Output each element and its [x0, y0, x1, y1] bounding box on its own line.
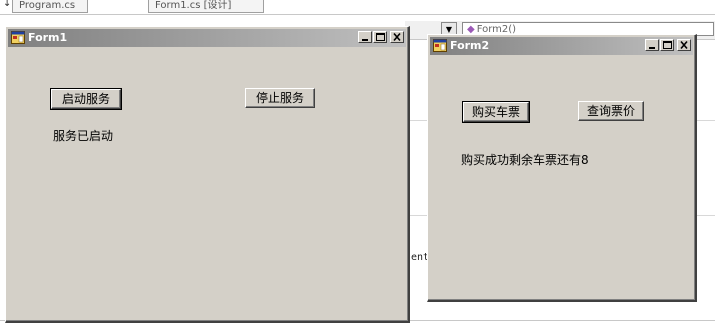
close-icon — [680, 40, 688, 50]
maximize-button[interactable] — [373, 31, 387, 43]
form1-titlebar[interactable]: Form1 — [8, 29, 406, 47]
minimize-button[interactable] — [645, 39, 659, 51]
ide-divider — [0, 14, 715, 15]
minimize-icon — [649, 47, 655, 49]
form-app-icon — [433, 39, 447, 52]
form2-title: Form2 — [450, 39, 490, 52]
maximize-icon — [663, 41, 672, 49]
form1-title: Form1 — [28, 31, 68, 44]
close-button[interactable] — [390, 31, 404, 43]
form1-window: Form1 启动服务 停止服务 服务已启动 — [5, 26, 410, 323]
maximize-icon — [376, 33, 385, 41]
close-icon — [393, 32, 401, 42]
ide-tab-form1-design[interactable]: Form1.cs [设计] — [148, 0, 264, 13]
query-price-button[interactable]: 查询票价 — [578, 101, 644, 121]
minimize-button[interactable] — [358, 31, 372, 43]
service-status-label: 服务已启动 — [53, 129, 114, 143]
minimize-icon — [362, 39, 368, 41]
ide-tab-program[interactable]: Program.cs — [12, 0, 88, 13]
form-app-icon — [11, 31, 25, 44]
start-service-button[interactable]: 启动服务 — [50, 88, 122, 110]
stop-service-button[interactable]: 停止服务 — [245, 88, 315, 108]
purchase-result-label: 购买成功剩余车票还有8 — [461, 153, 589, 167]
close-button[interactable] — [677, 39, 691, 51]
ide-cursor-icon: ↓ — [3, 0, 12, 9]
buy-ticket-button[interactable]: 购买车票 — [462, 101, 530, 123]
maximize-button[interactable] — [660, 39, 674, 51]
form2-window: Form2 购买车票 查询票价 购买成功剩余车票还有8 — [427, 34, 697, 302]
form2-titlebar[interactable]: Form2 — [430, 37, 693, 55]
